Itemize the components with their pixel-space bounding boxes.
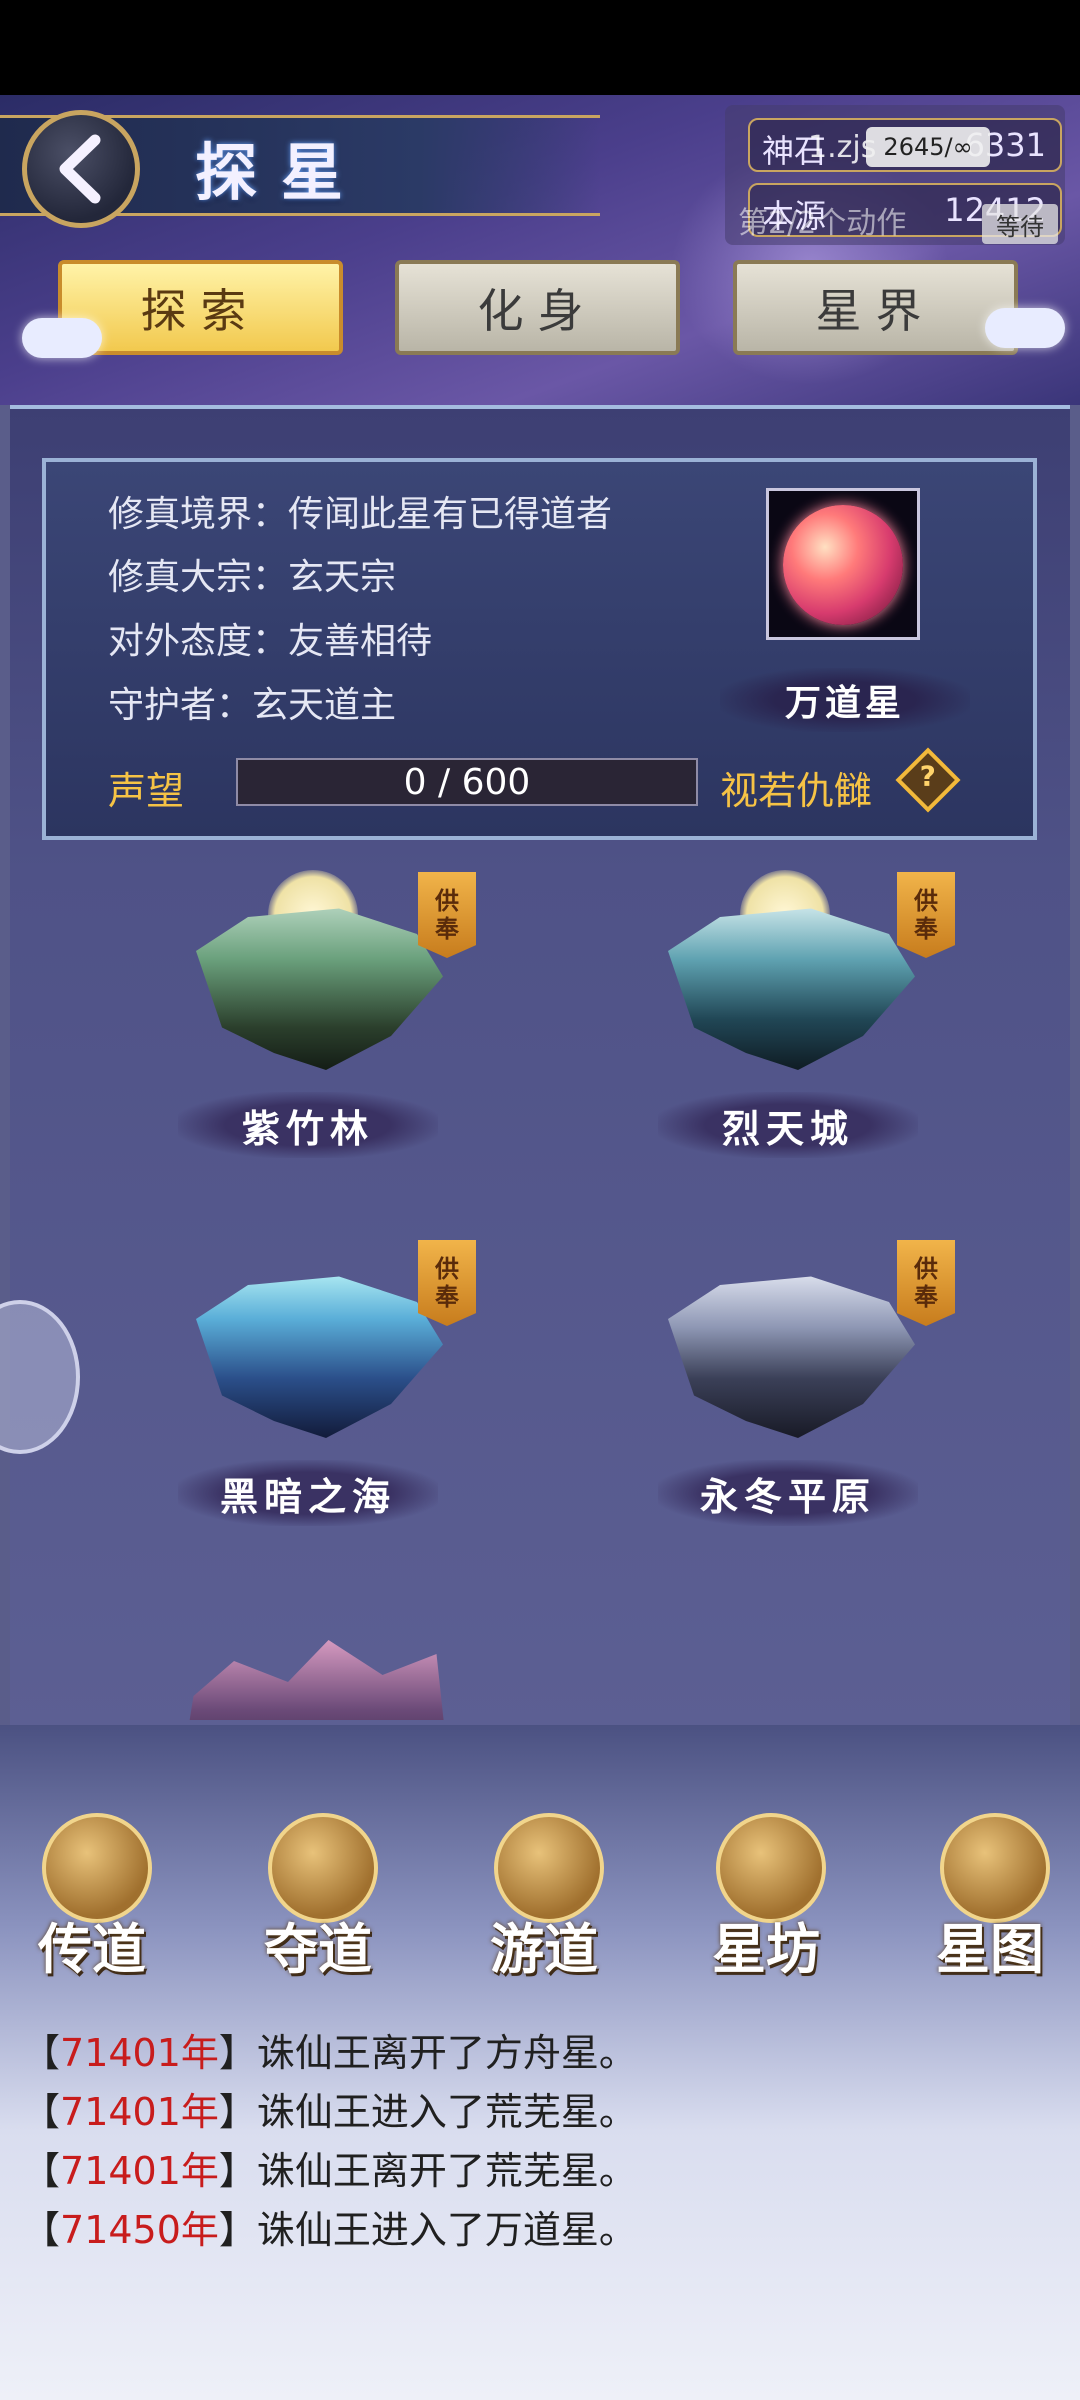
log-year: 71450年	[60, 2208, 219, 2252]
floating-island-sea	[196, 1276, 443, 1438]
log-entry: 【71401年】诛仙王进入了荒芜星。	[22, 2090, 637, 2134]
region-label: 永冬平原	[658, 1460, 918, 1526]
nav-label: 星坊	[712, 1917, 820, 1981]
tab-avatar[interactable]: 化身	[395, 260, 680, 355]
tag-char: 供	[435, 886, 459, 915]
region-label: 烈天城	[658, 1092, 918, 1158]
region-partial[interactable]	[180, 1610, 450, 1720]
tag-char: 奉	[435, 914, 459, 943]
cloud-decoration	[985, 308, 1065, 348]
region-zizhulin[interactable]	[158, 860, 458, 1110]
nav-label: 夺道	[264, 1917, 372, 1981]
tag-char: 供	[914, 1254, 938, 1283]
reputation-status: 视若仇雠	[720, 769, 873, 813]
overlay-pill-counter[interactable]: 2645/∞	[866, 127, 990, 167]
tag-char: 供	[435, 1254, 459, 1283]
tag-char: 奉	[914, 1282, 938, 1311]
log-text: 诛仙王离开了方舟星。	[256, 2031, 637, 2075]
cloud-decoration	[22, 318, 102, 358]
back-button[interactable]	[22, 110, 140, 228]
nav-chuandao[interactable]: 传道	[2, 1805, 182, 1985]
floating-island-plain	[668, 1276, 915, 1438]
region-label: 紫竹林	[178, 1092, 438, 1158]
log-year: 71401年	[60, 2149, 219, 2193]
nav-label: 星图	[936, 1917, 1044, 1981]
info-attitude: 对外态度：友善相待	[108, 621, 433, 662]
floating-island-forest	[196, 908, 443, 1070]
offering-tag: 供 奉	[418, 872, 476, 958]
reputation-value: 0 / 600	[403, 761, 531, 803]
planet-orb	[783, 505, 903, 625]
nav-duodao[interactable]: 夺道	[228, 1805, 408, 1985]
log-entry: 【71401年】诛仙王离开了方舟星。	[22, 2031, 637, 2075]
info-major-sect: 修真大宗：玄天宗	[108, 557, 397, 598]
log-entry: 【71450年】诛仙王进入了万道星。	[22, 2208, 637, 2252]
tab-starrealm[interactable]: 星界	[733, 260, 1018, 355]
offering-tag: 供 奉	[897, 1240, 955, 1326]
region-heianzhihai[interactable]	[158, 1228, 458, 1478]
planet-name: 万道星	[720, 668, 970, 732]
nav-youdao[interactable]: 游道	[454, 1805, 634, 1985]
log-text: 诛仙王进入了荒芜星。	[256, 2090, 637, 2134]
info-guardian: 守护者：玄天道主	[108, 685, 397, 726]
offering-tag: 供 奉	[418, 1240, 476, 1326]
overlay-action-text: 第2/2个动作	[738, 206, 907, 241]
nav-xingtu[interactable]: 星图	[900, 1805, 1080, 1985]
planet-image	[766, 488, 920, 640]
region-yongdongpingyuan[interactable]	[630, 1228, 930, 1478]
log-year: 71401年	[60, 2031, 219, 2075]
page-title: 探星	[195, 136, 368, 209]
log-text: 诛仙王离开了荒芜星。	[256, 2149, 637, 2193]
log-entry: 【71401年】诛仙王离开了荒芜星。	[22, 2149, 637, 2193]
log-year: 71401年	[60, 2090, 219, 2134]
region-label: 黑暗之海	[178, 1460, 438, 1526]
log-text: 诛仙王进入了万道星。	[256, 2208, 637, 2252]
reputation-label: 声望	[108, 769, 185, 813]
floating-island-city	[668, 908, 915, 1070]
nav-xingfang[interactable]: 星坊	[676, 1805, 856, 1985]
tag-char: 奉	[914, 914, 938, 943]
chevron-left-icon	[59, 134, 101, 204]
status-bar	[0, 0, 1080, 95]
reputation-bar: 0 / 600	[236, 758, 698, 806]
nav-label: 传道	[38, 1917, 146, 1981]
tag-char: 奉	[435, 1282, 459, 1311]
floating-island-crystal	[180, 1640, 450, 1720]
info-cultivation-realm: 修真境界：传闻此星有已得道者	[108, 494, 613, 535]
offering-tag: 供 奉	[897, 872, 955, 958]
nav-label: 游道	[490, 1917, 598, 1981]
tag-char: 供	[914, 886, 938, 915]
region-lietiancheng[interactable]	[630, 860, 930, 1110]
help-glyph: ?	[919, 759, 936, 793]
overlay-wait-button[interactable]: 等待	[982, 204, 1058, 244]
